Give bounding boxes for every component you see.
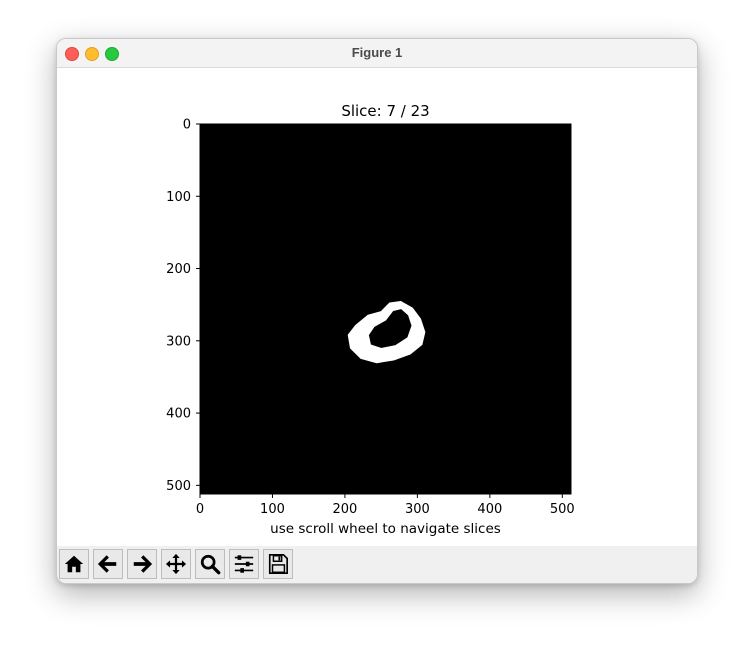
figure-canvas[interactable]: Slice: 7 / 23 0 100 200 300 400 500 0 100 200 300 4… bbox=[57, 68, 697, 546]
x-axis-label: use scroll wheel to navigate slices bbox=[270, 521, 501, 537]
y-tick-label: 100 bbox=[166, 190, 191, 205]
window-title: Figure 1 bbox=[351, 45, 403, 60]
save-icon bbox=[268, 554, 288, 574]
pan-icon bbox=[165, 553, 187, 575]
navigation-toolbar bbox=[57, 546, 697, 583]
y-tick-label: 200 bbox=[166, 262, 191, 277]
x-tick-label: 300 bbox=[405, 502, 430, 517]
zoom-icon bbox=[200, 554, 221, 575]
y-tick-label: 400 bbox=[166, 407, 191, 422]
x-tick-label: 100 bbox=[260, 502, 285, 517]
forward-button[interactable] bbox=[127, 549, 157, 579]
y-tick-label: 0 bbox=[183, 118, 191, 133]
configure-subplots-button[interactable] bbox=[229, 549, 259, 579]
x-tick-label: 500 bbox=[550, 502, 575, 517]
zoom-button[interactable] bbox=[195, 549, 225, 579]
forward-arrow-icon bbox=[133, 555, 153, 573]
configure-subplots-icon bbox=[234, 555, 254, 573]
save-button[interactable] bbox=[263, 549, 293, 579]
back-button[interactable] bbox=[93, 549, 123, 579]
x-tick-label: 0 bbox=[196, 502, 204, 517]
plot-svg[interactable]: Slice: 7 / 23 0 100 200 300 400 500 0 100 200 300 4… bbox=[57, 68, 697, 546]
x-tick-label: 400 bbox=[477, 502, 502, 517]
back-arrow-icon bbox=[97, 555, 117, 573]
x-tick-label: 200 bbox=[333, 502, 358, 517]
title-bar[interactable]: Figure 1 bbox=[57, 39, 697, 68]
plot-title: Slice: 7 / 23 bbox=[341, 102, 429, 120]
pan-button[interactable] bbox=[161, 549, 191, 579]
y-tick-label: 500 bbox=[166, 479, 191, 494]
y-tick-label: 300 bbox=[166, 334, 191, 349]
home-button[interactable] bbox=[59, 549, 89, 579]
figure-window: Figure 1 Slice: 7 / 23 0 100 200 300 400 500 0 1… bbox=[56, 38, 698, 584]
home-icon bbox=[64, 555, 84, 573]
